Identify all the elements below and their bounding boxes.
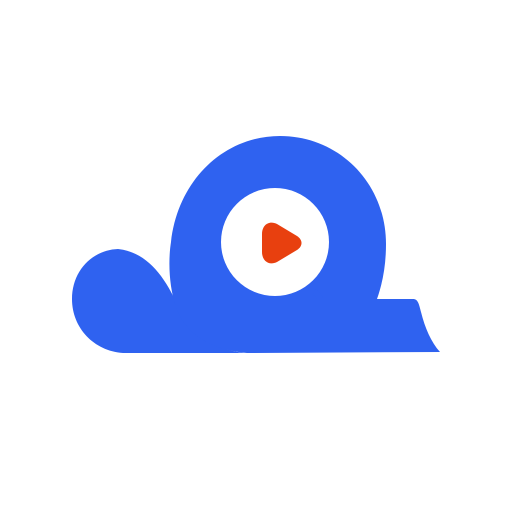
cloud-video-play-icon [72,136,440,353]
app-icon-canvas [0,0,512,512]
